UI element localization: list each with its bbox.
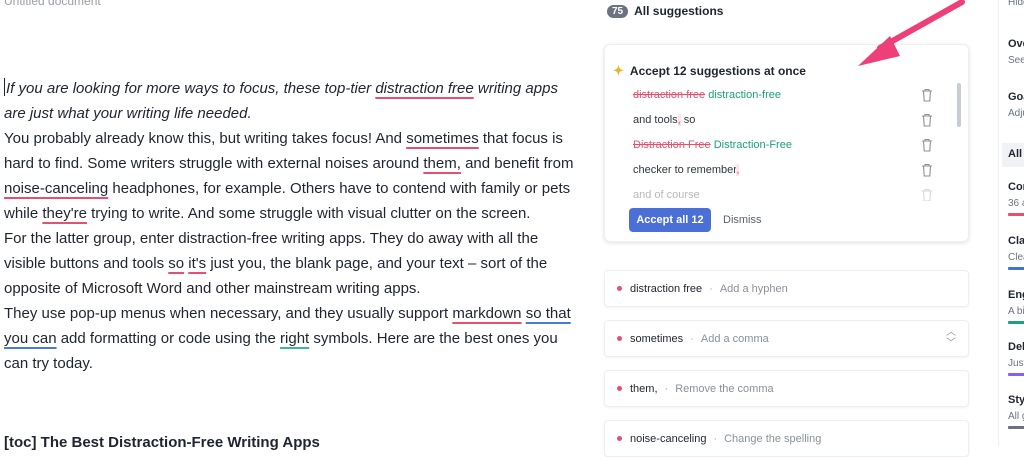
document-title[interactable]: Untitled document <box>4 0 101 8</box>
bulk-suggestion-list: distraction free distraction-free and to… <box>633 83 953 201</box>
bulk-suggestion-row[interactable]: distraction free distraction-free <box>633 83 953 108</box>
context-text: and of course <box>633 189 700 201</box>
category-sub: A bit bland <box>1008 306 1024 317</box>
paragraph-4: They use pop-up menus when necessary, an… <box>4 301 579 376</box>
flagged-distraction-free[interactable]: distraction free <box>375 80 473 97</box>
sparkle-icon: ✦ <box>613 63 624 78</box>
bulk-accept-title-text: Accept 12 suggestions at once <box>629 64 806 78</box>
suggestions-header: 75 All suggestions <box>607 2 723 20</box>
inserted-text: distraction-free <box>708 89 781 101</box>
paragraph-2: You probably already know this, but writ… <box>4 126 579 226</box>
suggestions-title: All suggestions <box>634 4 724 18</box>
overall-score-sub: See performance <box>1008 55 1024 66</box>
paragraph-1: If you are looking for more ways to focu… <box>4 76 579 126</box>
alert-dot <box>617 336 622 341</box>
context-text: checker to remember <box>633 164 737 176</box>
flagged-theyre[interactable]: they're <box>42 205 87 222</box>
bulk-suggestion-row[interactable]: checker to remember, <box>633 158 953 183</box>
flagged-right[interactable]: right <box>280 330 309 347</box>
suggestion-description: Change the spelling <box>724 432 822 445</box>
goals-label[interactable]: Goals <box>1008 91 1024 103</box>
expand-chevron-icon[interactable]: ︿ ﹀ <box>946 327 956 349</box>
category-engagement[interactable]: Engagement <box>1008 289 1024 301</box>
suggestion-item[interactable]: distraction free · Add a hyphen <box>604 270 969 307</box>
goals-sub: Adjust goals <box>1008 108 1024 119</box>
separator: · <box>713 432 718 445</box>
document-editor[interactable]: Untitled document If you are looking for… <box>0 0 585 451</box>
marked-text: , <box>736 164 740 176</box>
category-sub: Clear <box>1008 252 1024 263</box>
assistant-sidebar: Hide Overall score See performance Goals… <box>998 0 1024 446</box>
text-run: add formatting or code using the <box>56 330 281 347</box>
text-run: You probably already know this, but writ… <box>4 130 407 147</box>
accept-all-button[interactable]: Accept all 12 <box>629 208 711 232</box>
suggestion-description: Add a comma <box>700 332 769 345</box>
flagged-noise-canceling[interactable]: noise-canceling <box>4 180 108 197</box>
trash-icon[interactable] <box>921 188 933 201</box>
text-cursor <box>4 78 5 96</box>
inserted-text: Distraction-Free <box>713 139 792 151</box>
text-run: and benefit from <box>460 155 574 172</box>
trash-icon[interactable] <box>921 163 933 177</box>
suggestion-word: sometimes <box>630 332 684 345</box>
category-clarity[interactable]: Clarity <box>1008 235 1024 247</box>
alert-dot <box>617 286 622 291</box>
paragraph-3: For the latter group, enter distraction-… <box>4 226 579 301</box>
category-bar <box>1008 426 1024 429</box>
category-sub: 36 alerts <box>1008 198 1024 209</box>
suggestion-item[interactable]: sometimes · Add a comma ︿ ﹀ <box>604 320 969 357</box>
suggestion-word: distraction free <box>630 282 703 295</box>
heading-partial: [toc] The Best Distraction-Free Writing … <box>4 434 320 451</box>
category-sub: Just right <box>1008 358 1024 369</box>
text-run: trying to write. And some struggle with … <box>86 205 531 222</box>
alert-dot <box>617 436 622 441</box>
alert-dot <box>617 386 622 391</box>
suggestion-item[interactable]: noise-canceling · Change the spelling <box>604 420 969 457</box>
dismiss-button[interactable]: Dismiss <box>723 208 762 232</box>
category-bar <box>1008 267 1024 270</box>
flagged-sometimes[interactable]: sometimes <box>406 130 479 147</box>
separator: · <box>664 382 669 395</box>
separator: · <box>709 282 713 295</box>
bulk-suggestion-row[interactable]: and tools, so <box>633 108 953 133</box>
category-sub: All good <box>1008 411 1024 422</box>
separator: · <box>690 332 694 345</box>
trash-icon[interactable] <box>921 88 933 102</box>
suggestion-item[interactable]: them, · Remove the comma <box>604 370 969 407</box>
flagged-them[interactable]: them, <box>423 155 461 172</box>
context-text: so <box>680 114 696 126</box>
deleted-text: distraction free <box>633 89 706 101</box>
deleted-text: Distraction Free <box>633 139 711 151</box>
suggestion-word: them, <box>630 382 658 395</box>
flagged-markdown[interactable]: markdown <box>452 305 521 322</box>
suggestion-count-badge: 75 <box>607 4 629 18</box>
hide-assistant-link[interactable]: Hide <box>1008 0 1024 8</box>
suggestion-description: Add a hyphen <box>719 282 788 295</box>
category-bar <box>1008 373 1024 376</box>
bulk-suggestion-row[interactable]: Distraction Free Distraction-Free <box>633 133 953 158</box>
flagged-so[interactable]: so <box>168 255 184 272</box>
trash-icon[interactable] <box>921 113 933 127</box>
context-text: and tools <box>633 114 678 126</box>
category-correctness[interactable]: Correctness <box>1008 181 1024 193</box>
category-bar <box>1008 321 1024 324</box>
category-bar <box>1008 213 1024 216</box>
category-delivery[interactable]: Delivery <box>1008 341 1024 353</box>
suggestion-description: Remove the comma <box>675 382 774 395</box>
all-suggestions-tab-label: All suggestions <box>1008 148 1024 160</box>
suggestion-word: noise-canceling <box>630 432 707 445</box>
document-body[interactable]: If you are looking for more ways to focu… <box>4 76 579 376</box>
list-scrollbar[interactable] <box>957 83 961 127</box>
text-run: If you are looking for more ways to focu… <box>6 80 376 97</box>
overall-score-label[interactable]: Overall score <box>1008 38 1024 50</box>
flagged-its[interactable]: it's <box>188 255 206 272</box>
category-style-guide[interactable]: Style guide <box>1008 394 1024 406</box>
text-run: They use pop-up menus when necessary, an… <box>4 305 453 322</box>
trash-icon[interactable] <box>921 138 933 152</box>
pointer-arrow-icon <box>858 0 965 66</box>
bulk-accept-title: ✦ Accept 12 suggestions at once <box>613 63 806 79</box>
bulk-suggestion-row[interactable]: and of course <box>633 183 953 201</box>
